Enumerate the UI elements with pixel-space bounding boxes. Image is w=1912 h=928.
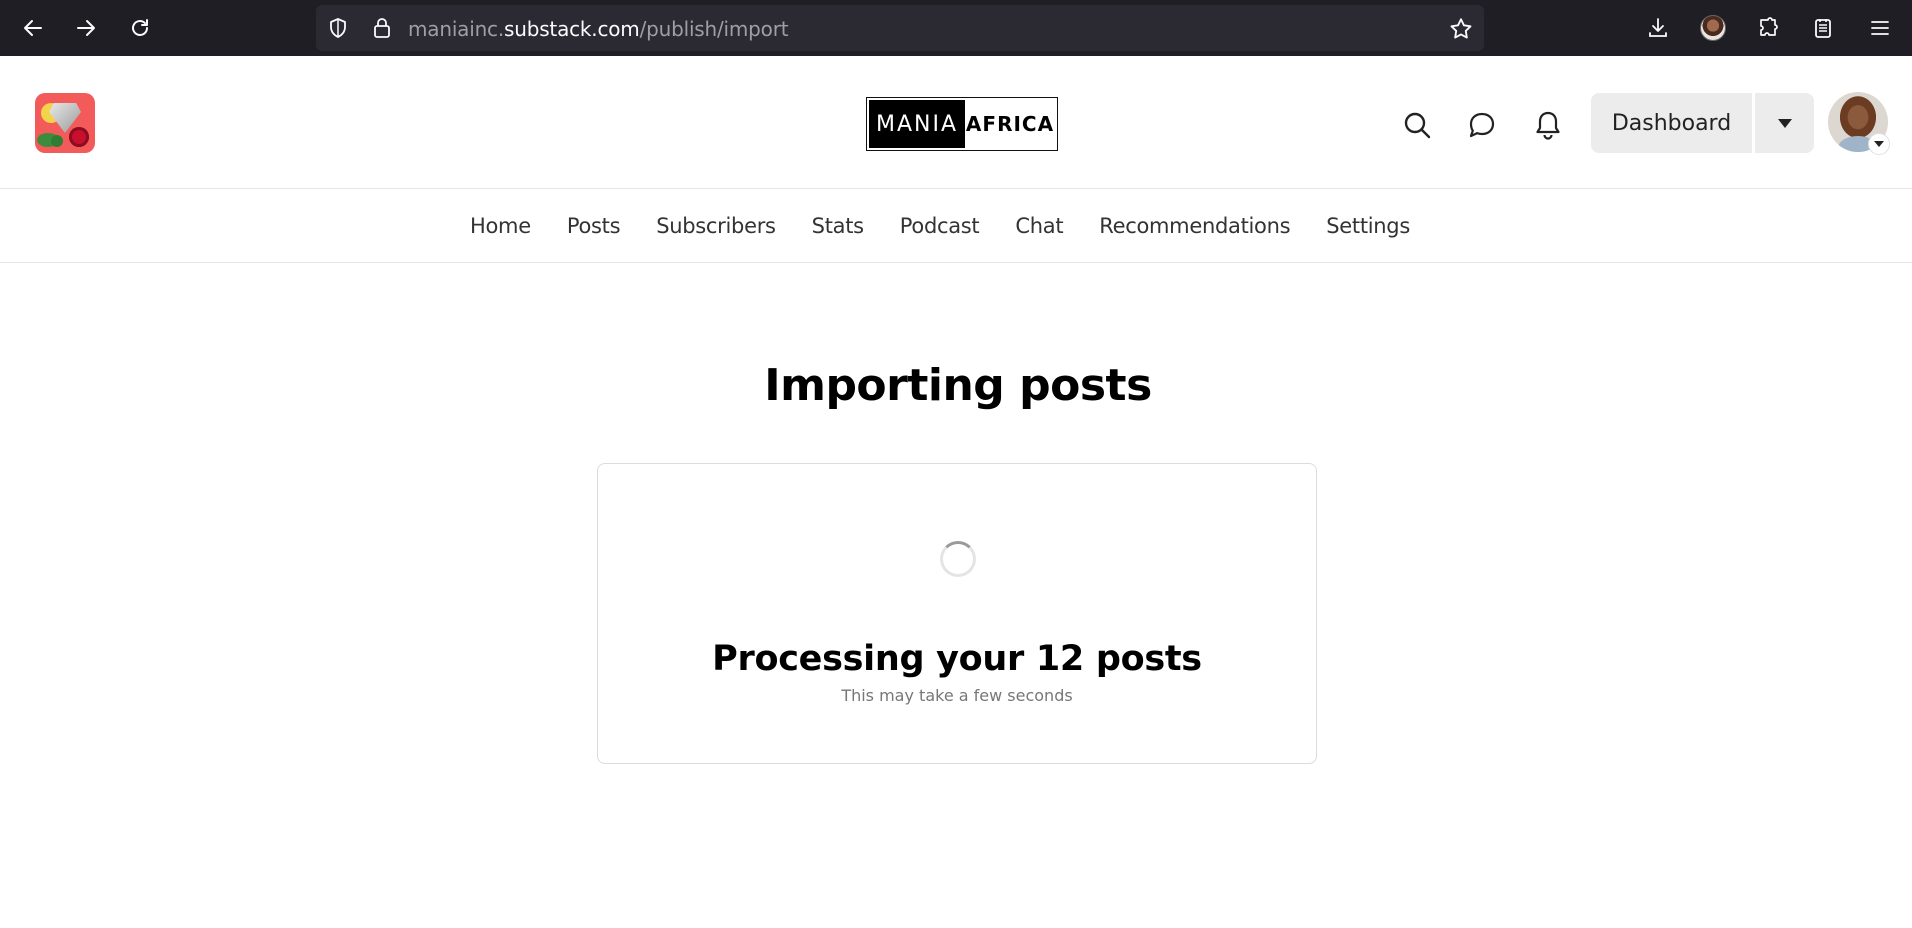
nav-item-posts[interactable]: Posts <box>549 214 638 238</box>
account-button[interactable] <box>1697 12 1729 44</box>
site-header: MANIA AFRICA Dashboard <box>0 56 1912 189</box>
reader-notes-button[interactable] <box>1807 12 1839 44</box>
arrow-right-icon <box>77 20 95 36</box>
processing-heading: Processing your 12 posts <box>712 639 1202 679</box>
download-icon <box>1649 18 1667 37</box>
forward-button[interactable] <box>68 10 104 46</box>
notepad-icon <box>1815 19 1831 38</box>
caret-down-icon <box>1874 141 1884 147</box>
extensions-button[interactable] <box>1752 12 1784 44</box>
app-menu-button[interactable] <box>1864 12 1896 44</box>
bookmark-star-icon[interactable] <box>1448 16 1474 42</box>
url-host: substack.com <box>504 17 640 41</box>
nav-item-podcast[interactable]: Podcast <box>882 214 998 238</box>
browser-toolbar: maniainc.substack.com/publish/import <box>0 0 1912 56</box>
search-icon[interactable] <box>1401 109 1433 141</box>
dashboard-nav: Home Posts Subscribers Stats Podcast Cha… <box>0 189 1912 263</box>
reload-button[interactable] <box>122 10 158 46</box>
publication-wordmark[interactable]: MANIA AFRICA <box>866 97 1058 151</box>
nav-item-stats[interactable]: Stats <box>794 214 882 238</box>
url-text[interactable]: maniainc.substack.com/publish/import <box>408 17 789 41</box>
wordmark-left: MANIA <box>869 100 965 148</box>
downloads-button[interactable] <box>1642 12 1674 44</box>
logo-rose <box>69 127 89 147</box>
url-path: /publish/import <box>639 17 789 41</box>
dashboard-dropdown-button[interactable] <box>1755 93 1814 153</box>
back-button[interactable] <box>15 10 51 46</box>
nav-item-home[interactable]: Home <box>452 214 549 238</box>
nav-item-recommendations[interactable]: Recommendations <box>1081 214 1308 238</box>
caret-down-icon <box>1777 119 1792 128</box>
arrow-left-icon <box>24 20 42 36</box>
publication-logo[interactable] <box>35 93 95 153</box>
page-title: Importing posts <box>764 360 1152 411</box>
puzzle-piece-icon <box>1760 17 1778 36</box>
nav-item-subscribers[interactable]: Subscribers <box>638 214 793 238</box>
url-prefix: maniainc. <box>408 17 505 41</box>
bell-icon[interactable] <box>1532 109 1564 141</box>
dashboard-button[interactable]: Dashboard <box>1591 93 1752 153</box>
tracking-shield-icon[interactable] <box>326 16 350 40</box>
reload-icon <box>132 19 148 36</box>
lock-icon[interactable] <box>370 16 394 40</box>
logo-leaf <box>37 133 59 147</box>
nav-item-settings[interactable]: Settings <box>1308 214 1428 238</box>
nav-item-chat[interactable]: Chat <box>997 214 1081 238</box>
address-bar[interactable]: maniainc.substack.com/publish/import <box>316 5 1484 51</box>
hamburger-menu-icon <box>1871 21 1889 35</box>
wordmark-right: AFRICA <box>965 112 1055 136</box>
account-avatar-icon <box>1700 15 1726 41</box>
user-menu-button[interactable] <box>1868 133 1890 155</box>
loading-spinner-icon <box>940 541 976 577</box>
processing-subtext: This may take a few seconds <box>841 686 1073 705</box>
import-status-card: Processing your 12 posts This may take a… <box>597 463 1317 764</box>
chat-bubble-icon[interactable] <box>1466 109 1498 141</box>
